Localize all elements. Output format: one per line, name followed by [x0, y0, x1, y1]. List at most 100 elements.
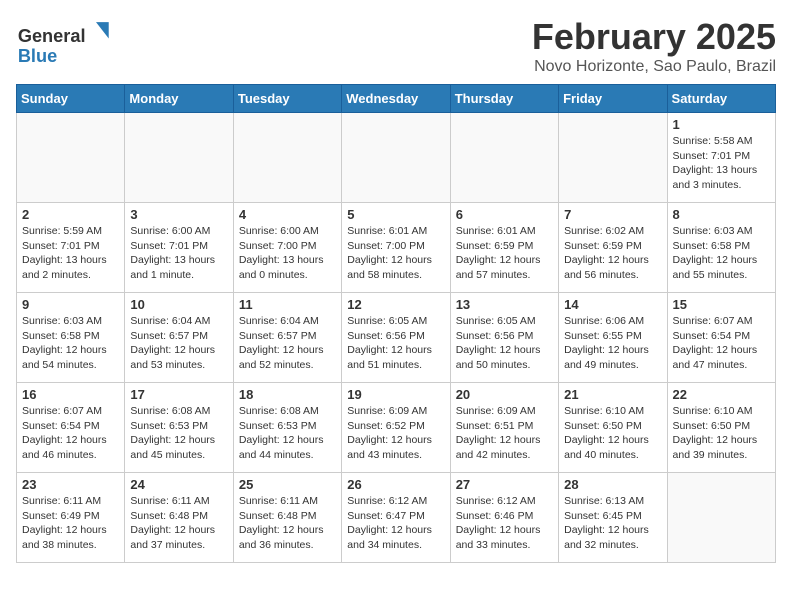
calendar-cell: [559, 113, 667, 203]
svg-text:Blue: Blue: [18, 46, 57, 66]
day-number: 27: [456, 477, 553, 492]
day-info: Sunrise: 6:11 AM Sunset: 6:49 PM Dayligh…: [22, 494, 119, 553]
day-info: Sunrise: 6:09 AM Sunset: 6:51 PM Dayligh…: [456, 404, 553, 463]
calendar-cell: 8 Sunrise: 6:03 AM Sunset: 6:58 PM Daylig…: [667, 203, 775, 293]
calendar-cell: 22 Sunrise: 6:10 AM Sunset: 6:50 PM Dayli…: [667, 383, 775, 473]
day-number: 26: [347, 477, 444, 492]
calendar-cell: 4 Sunrise: 6:00 AM Sunset: 7:00 PM Daylig…: [233, 203, 341, 293]
calendar-cell: [17, 113, 125, 203]
calendar-cell: 10 Sunrise: 6:04 AM Sunset: 6:57 PM Dayli…: [125, 293, 233, 383]
calendar-cell: 11 Sunrise: 6:04 AM Sunset: 6:57 PM Dayli…: [233, 293, 341, 383]
day-info: Sunrise: 6:03 AM Sunset: 6:58 PM Dayligh…: [22, 314, 119, 373]
header-row: SundayMondayTuesdayWednesdayThursdayFrid…: [17, 85, 776, 113]
header-day-tuesday: Tuesday: [233, 85, 341, 113]
day-number: 23: [22, 477, 119, 492]
header-day-thursday: Thursday: [450, 85, 558, 113]
day-number: 16: [22, 387, 119, 402]
calendar-cell: [667, 473, 775, 563]
day-info: Sunrise: 6:02 AM Sunset: 6:59 PM Dayligh…: [564, 224, 661, 283]
header-day-saturday: Saturday: [667, 85, 775, 113]
calendar-cell: 25 Sunrise: 6:11 AM Sunset: 6:48 PM Dayli…: [233, 473, 341, 563]
header-day-sunday: Sunday: [17, 85, 125, 113]
day-info: Sunrise: 6:00 AM Sunset: 7:00 PM Dayligh…: [239, 224, 336, 283]
day-info: Sunrise: 6:04 AM Sunset: 6:57 PM Dayligh…: [130, 314, 227, 373]
day-info: Sunrise: 6:05 AM Sunset: 6:56 PM Dayligh…: [347, 314, 444, 373]
calendar-cell: 19 Sunrise: 6:09 AM Sunset: 6:52 PM Dayli…: [342, 383, 450, 473]
day-number: 28: [564, 477, 661, 492]
day-info: Sunrise: 6:07 AM Sunset: 6:54 PM Dayligh…: [673, 314, 770, 373]
day-info: Sunrise: 6:01 AM Sunset: 6:59 PM Dayligh…: [456, 224, 553, 283]
calendar-cell: 2Sunrise: 5:59 AM Sunset: 7:01 PM Daylig…: [17, 203, 125, 293]
day-info: Sunrise: 6:12 AM Sunset: 6:47 PM Dayligh…: [347, 494, 444, 553]
calendar-cell: 28 Sunrise: 6:13 AM Sunset: 6:45 PM Dayli…: [559, 473, 667, 563]
day-number: 25: [239, 477, 336, 492]
calendar-cell: 15Sunrise: 6:07 AM Sunset: 6:54 PM Dayli…: [667, 293, 775, 383]
day-info: Sunrise: 6:10 AM Sunset: 6:50 PM Dayligh…: [673, 404, 770, 463]
calendar-header: SundayMondayTuesdayWednesdayThursdayFrid…: [17, 85, 776, 113]
header-day-friday: Friday: [559, 85, 667, 113]
calendar-week-1: 1Sunrise: 5:58 AM Sunset: 7:01 PM Daylig…: [17, 113, 776, 203]
calendar-cell: 20 Sunrise: 6:09 AM Sunset: 6:51 PM Dayli…: [450, 383, 558, 473]
day-info: Sunrise: 6:09 AM Sunset: 6:52 PM Dayligh…: [347, 404, 444, 463]
day-number: 10: [130, 297, 227, 312]
page-subtitle: Novo Horizonte, Sao Paulo, Brazil: [532, 58, 776, 76]
calendar-cell: 14 Sunrise: 6:06 AM Sunset: 6:55 PM Dayli…: [559, 293, 667, 383]
logo: General Blue: [16, 16, 116, 71]
day-number: 12: [347, 297, 444, 312]
calendar-cell: 17Sunrise: 6:08 AM Sunset: 6:53 PM Dayli…: [125, 383, 233, 473]
day-number: 6: [456, 207, 553, 222]
calendar-cell: 12 Sunrise: 6:05 AM Sunset: 6:56 PM Dayli…: [342, 293, 450, 383]
day-number: 3: [130, 207, 227, 222]
day-number: 8: [673, 207, 770, 222]
svg-text:General: General: [18, 26, 86, 46]
calendar-cell: [125, 113, 233, 203]
day-info: Sunrise: 6:05 AM Sunset: 6:56 PM Dayligh…: [456, 314, 553, 373]
logo-svg: General Blue: [16, 16, 116, 71]
day-number: 9: [22, 297, 119, 312]
calendar-cell: 13 Sunrise: 6:05 AM Sunset: 6:56 PM Dayli…: [450, 293, 558, 383]
day-info: Sunrise: 6:13 AM Sunset: 6:45 PM Dayligh…: [564, 494, 661, 553]
day-number: 24: [130, 477, 227, 492]
day-number: 4: [239, 207, 336, 222]
calendar-cell: 3Sunrise: 6:00 AM Sunset: 7:01 PM Daylig…: [125, 203, 233, 293]
title-section: February 2025 Novo Horizonte, Sao Paulo,…: [532, 16, 776, 76]
calendar-cell: 1Sunrise: 5:58 AM Sunset: 7:01 PM Daylig…: [667, 113, 775, 203]
day-info: Sunrise: 6:08 AM Sunset: 6:53 PM Dayligh…: [130, 404, 227, 463]
calendar-table: SundayMondayTuesdayWednesdayThursdayFrid…: [16, 84, 776, 563]
calendar-cell: 21Sunrise: 6:10 AM Sunset: 6:50 PM Dayli…: [559, 383, 667, 473]
calendar-cell: 7 Sunrise: 6:02 AM Sunset: 6:59 PM Daylig…: [559, 203, 667, 293]
day-info: Sunrise: 5:58 AM Sunset: 7:01 PM Dayligh…: [673, 134, 770, 193]
day-info: Sunrise: 6:10 AM Sunset: 6:50 PM Dayligh…: [564, 404, 661, 463]
day-info: Sunrise: 6:01 AM Sunset: 7:00 PM Dayligh…: [347, 224, 444, 283]
day-number: 22: [673, 387, 770, 402]
calendar-week-4: 16 Sunrise: 6:07 AM Sunset: 6:54 PM Dayli…: [17, 383, 776, 473]
day-number: 18: [239, 387, 336, 402]
calendar-cell: 6 Sunrise: 6:01 AM Sunset: 6:59 PM Daylig…: [450, 203, 558, 293]
calendar-cell: 9 Sunrise: 6:03 AM Sunset: 6:58 PM Daylig…: [17, 293, 125, 383]
day-info: Sunrise: 6:08 AM Sunset: 6:53 PM Dayligh…: [239, 404, 336, 463]
day-info: Sunrise: 6:04 AM Sunset: 6:57 PM Dayligh…: [239, 314, 336, 373]
calendar-cell: 24Sunrise: 6:11 AM Sunset: 6:48 PM Dayli…: [125, 473, 233, 563]
day-number: 11: [239, 297, 336, 312]
header-day-monday: Monday: [125, 85, 233, 113]
page-header: General Blue February 2025 Novo Horizont…: [16, 16, 776, 76]
calendar-cell: [342, 113, 450, 203]
calendar-cell: 27Sunrise: 6:12 AM Sunset: 6:46 PM Dayli…: [450, 473, 558, 563]
day-number: 20: [456, 387, 553, 402]
calendar-week-3: 9 Sunrise: 6:03 AM Sunset: 6:58 PM Daylig…: [17, 293, 776, 383]
day-info: Sunrise: 6:06 AM Sunset: 6:55 PM Dayligh…: [564, 314, 661, 373]
page-title: February 2025: [532, 16, 776, 58]
calendar-cell: 5Sunrise: 6:01 AM Sunset: 7:00 PM Daylig…: [342, 203, 450, 293]
day-number: 19: [347, 387, 444, 402]
day-info: Sunrise: 6:07 AM Sunset: 6:54 PM Dayligh…: [22, 404, 119, 463]
day-number: 13: [456, 297, 553, 312]
calendar-cell: 26 Sunrise: 6:12 AM Sunset: 6:47 PM Dayli…: [342, 473, 450, 563]
header-day-wednesday: Wednesday: [342, 85, 450, 113]
day-number: 14: [564, 297, 661, 312]
calendar-week-5: 23 Sunrise: 6:11 AM Sunset: 6:49 PM Dayli…: [17, 473, 776, 563]
calendar-cell: [233, 113, 341, 203]
day-info: Sunrise: 6:11 AM Sunset: 6:48 PM Dayligh…: [239, 494, 336, 553]
day-info: Sunrise: 6:03 AM Sunset: 6:58 PM Dayligh…: [673, 224, 770, 283]
calendar-cell: 18 Sunrise: 6:08 AM Sunset: 6:53 PM Dayli…: [233, 383, 341, 473]
day-number: 7: [564, 207, 661, 222]
